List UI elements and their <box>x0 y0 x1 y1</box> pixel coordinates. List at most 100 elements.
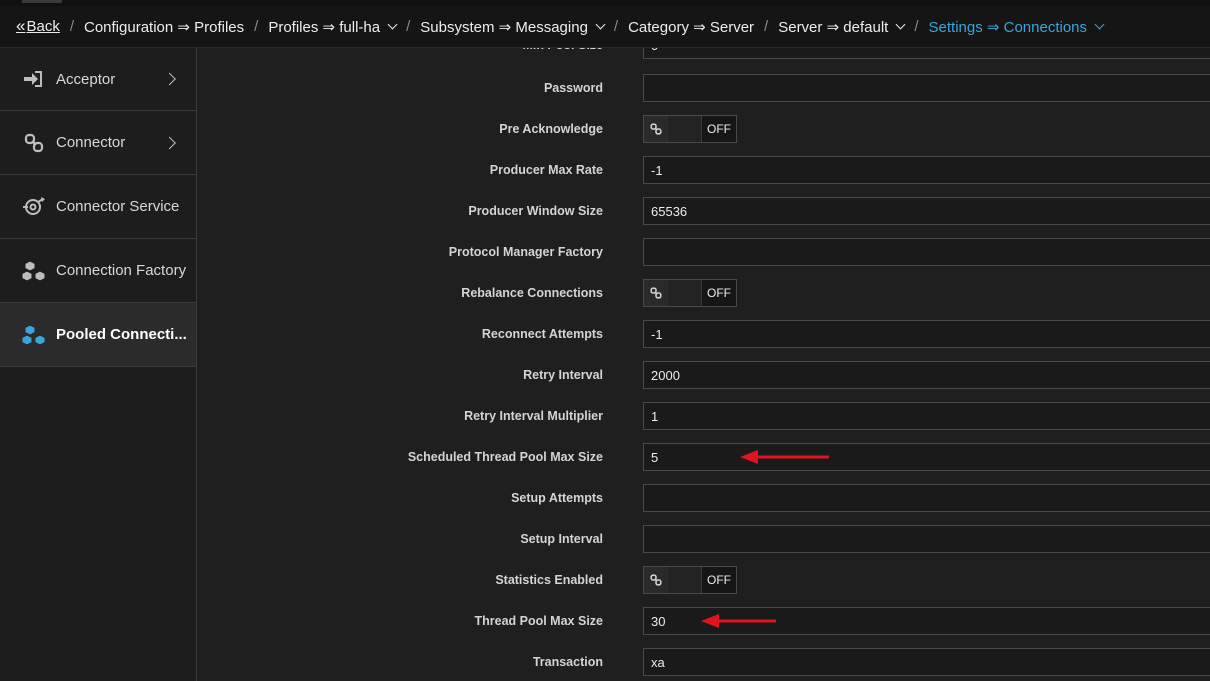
link-icon <box>644 280 668 306</box>
breadcrumb-separator: / <box>406 18 411 35</box>
form-row: Rebalance Connections OFF <box>197 279 1210 320</box>
back-link[interactable]: « Back <box>16 15 60 37</box>
field-label: Thread Pool Max Size <box>474 614 603 628</box>
retry-interval-multiplier-input[interactable] <box>643 402 1210 430</box>
protocol-manager-factory-input[interactable] <box>643 238 1210 266</box>
field-label: Setup Interval <box>520 532 603 546</box>
double-chevron-left-icon: « <box>16 15 26 35</box>
settings-form: Min Pool Size Password Pre Acknowledge O… <box>197 48 1210 681</box>
toggle-knob <box>668 567 702 593</box>
breadcrumb-item-category[interactable]: Category ⇒ Server <box>628 18 754 36</box>
form-row: Producer Max Rate <box>197 156 1210 197</box>
breadcrumb-separator: / <box>613 18 619 35</box>
chevron-down-icon <box>595 19 606 30</box>
breadcrumb-item-server[interactable]: Server ⇒ default <box>778 18 906 36</box>
setup-interval-input[interactable] <box>643 525 1210 553</box>
field-label: Producer Max Rate <box>489 163 603 177</box>
form-row: Statistics Enabled OFF <box>197 566 1210 607</box>
reconnect-attempts-input[interactable] <box>643 320 1210 348</box>
breadcrumb-item-subsystem[interactable]: Subsystem ⇒ Messaging <box>420 18 606 36</box>
form-row: Thread Pool Max Size <box>197 607 1210 648</box>
toggle-state: OFF <box>707 573 731 587</box>
producer-window-size-input[interactable] <box>643 197 1210 225</box>
form-row: Reconnect Attempts <box>197 320 1210 361</box>
setup-attempts-input[interactable] <box>643 484 1210 512</box>
link-icon <box>644 567 668 593</box>
field-label: Producer Window Size <box>468 204 603 218</box>
field-label: Pre Acknowledge <box>499 122 603 136</box>
breadcrumb-item-label: Category ⇒ Server <box>628 18 755 36</box>
breadcrumb: « Back / Configuration ⇒ Profiles / Prof… <box>0 6 1210 48</box>
breadcrumb-item-label: Server ⇒ default <box>778 18 889 36</box>
cubes-icon <box>22 259 46 283</box>
field-label: Statistics Enabled <box>495 573 603 587</box>
sidebar-item-label: Pooled Connecti... <box>56 326 187 343</box>
annotation-arrow-icon <box>701 614 776 628</box>
form-row: Setup Attempts <box>197 484 1210 525</box>
form-row: Transaction <box>197 648 1210 681</box>
chevron-right-icon <box>163 72 176 86</box>
sidebar-item-label: Acceptor <box>56 70 116 88</box>
password-input[interactable] <box>643 74 1210 102</box>
breadcrumb-item-label: Subsystem ⇒ Messaging <box>420 18 588 36</box>
breadcrumb-separator: / <box>69 18 74 35</box>
field-label: Retry Interval Multiplier <box>464 409 603 423</box>
chevron-right-icon <box>163 136 176 149</box>
toggle-state: OFF <box>707 122 731 136</box>
form-row: Password <box>197 74 1210 115</box>
sidebar-item-connector-service[interactable]: Connector Service <box>0 175 196 239</box>
sidebar-item-acceptor[interactable]: Acceptor <box>0 48 196 111</box>
service-icon <box>22 195 46 219</box>
retry-interval-input[interactable] <box>643 361 1210 389</box>
field-label: Reconnect Attempts <box>481 327 603 341</box>
field-label: Rebalance Connections <box>461 286 603 300</box>
field-label: Password <box>543 81 603 95</box>
statistics-enabled-toggle[interactable]: OFF <box>643 566 737 594</box>
transaction-input[interactable] <box>643 648 1210 676</box>
breadcrumb-item-profiles[interactable]: Profiles ⇒ full-ha <box>268 18 398 36</box>
sidebar-item-label: Connection Factory <box>56 262 187 279</box>
field-label: Setup Attempts <box>511 491 603 505</box>
field-label: Protocol Manager Factory <box>448 245 603 259</box>
breadcrumb-item-label: Configuration ⇒ Profiles <box>84 18 245 36</box>
toggle-state: OFF <box>707 286 731 300</box>
toggle-knob <box>668 280 702 306</box>
field-label: Min Pool Size <box>522 48 603 59</box>
chevron-down-icon <box>895 19 906 30</box>
cubes-icon <box>22 323 46 347</box>
producer-max-rate-input[interactable] <box>643 156 1210 184</box>
sign-in-icon <box>22 67 46 91</box>
breadcrumb-item-label: Profiles ⇒ full-ha <box>268 18 381 36</box>
field-label: Retry Interval <box>523 368 603 382</box>
rebalance-connections-toggle[interactable]: OFF <box>643 279 737 307</box>
scheduled-thread-pool-max-size-input[interactable] <box>643 443 1210 471</box>
breadcrumb-separator: / <box>254 18 259 35</box>
pre-acknowledge-toggle[interactable]: OFF <box>643 115 737 143</box>
form-row: Protocol Manager Factory <box>197 238 1210 279</box>
sidebar: Acceptor Connector Connector Service Con… <box>0 48 197 681</box>
breadcrumb-item-settings[interactable]: Settings ⇒ Connections <box>928 18 1105 36</box>
back-label: Back <box>26 18 60 35</box>
top-strip-notch <box>22 0 62 3</box>
form-row: Retry Interval <box>197 361 1210 402</box>
breadcrumb-item-configuration[interactable]: Configuration ⇒ Profiles <box>84 18 244 36</box>
field-label: Scheduled Thread Pool Max Size <box>407 450 603 464</box>
sidebar-item-pooled-connection[interactable]: Pooled Connecti... <box>0 303 196 367</box>
toggle-knob <box>668 116 702 142</box>
breadcrumb-item-label: Settings ⇒ Connections <box>928 18 1088 36</box>
sidebar-item-connection-factory[interactable]: Connection Factory <box>0 239 196 303</box>
chevron-down-icon <box>1094 19 1105 30</box>
sidebar-item-label: Connector Service <box>56 198 180 215</box>
breadcrumb-separator: / <box>914 18 919 35</box>
breadcrumb-separator: / <box>764 18 769 35</box>
form-row: Min Pool Size <box>197 48 1210 72</box>
chevron-down-icon <box>387 19 398 30</box>
sidebar-item-connector[interactable]: Connector <box>0 111 196 175</box>
min-pool-size-input[interactable] <box>643 48 1210 59</box>
form-row: Retry Interval Multiplier <box>197 402 1210 443</box>
annotation-arrow-icon <box>740 450 829 464</box>
field-label: Transaction <box>532 655 603 669</box>
sidebar-item-label: Connector <box>56 134 126 151</box>
link-icon <box>22 131 46 155</box>
form-row: Setup Interval <box>197 525 1210 566</box>
